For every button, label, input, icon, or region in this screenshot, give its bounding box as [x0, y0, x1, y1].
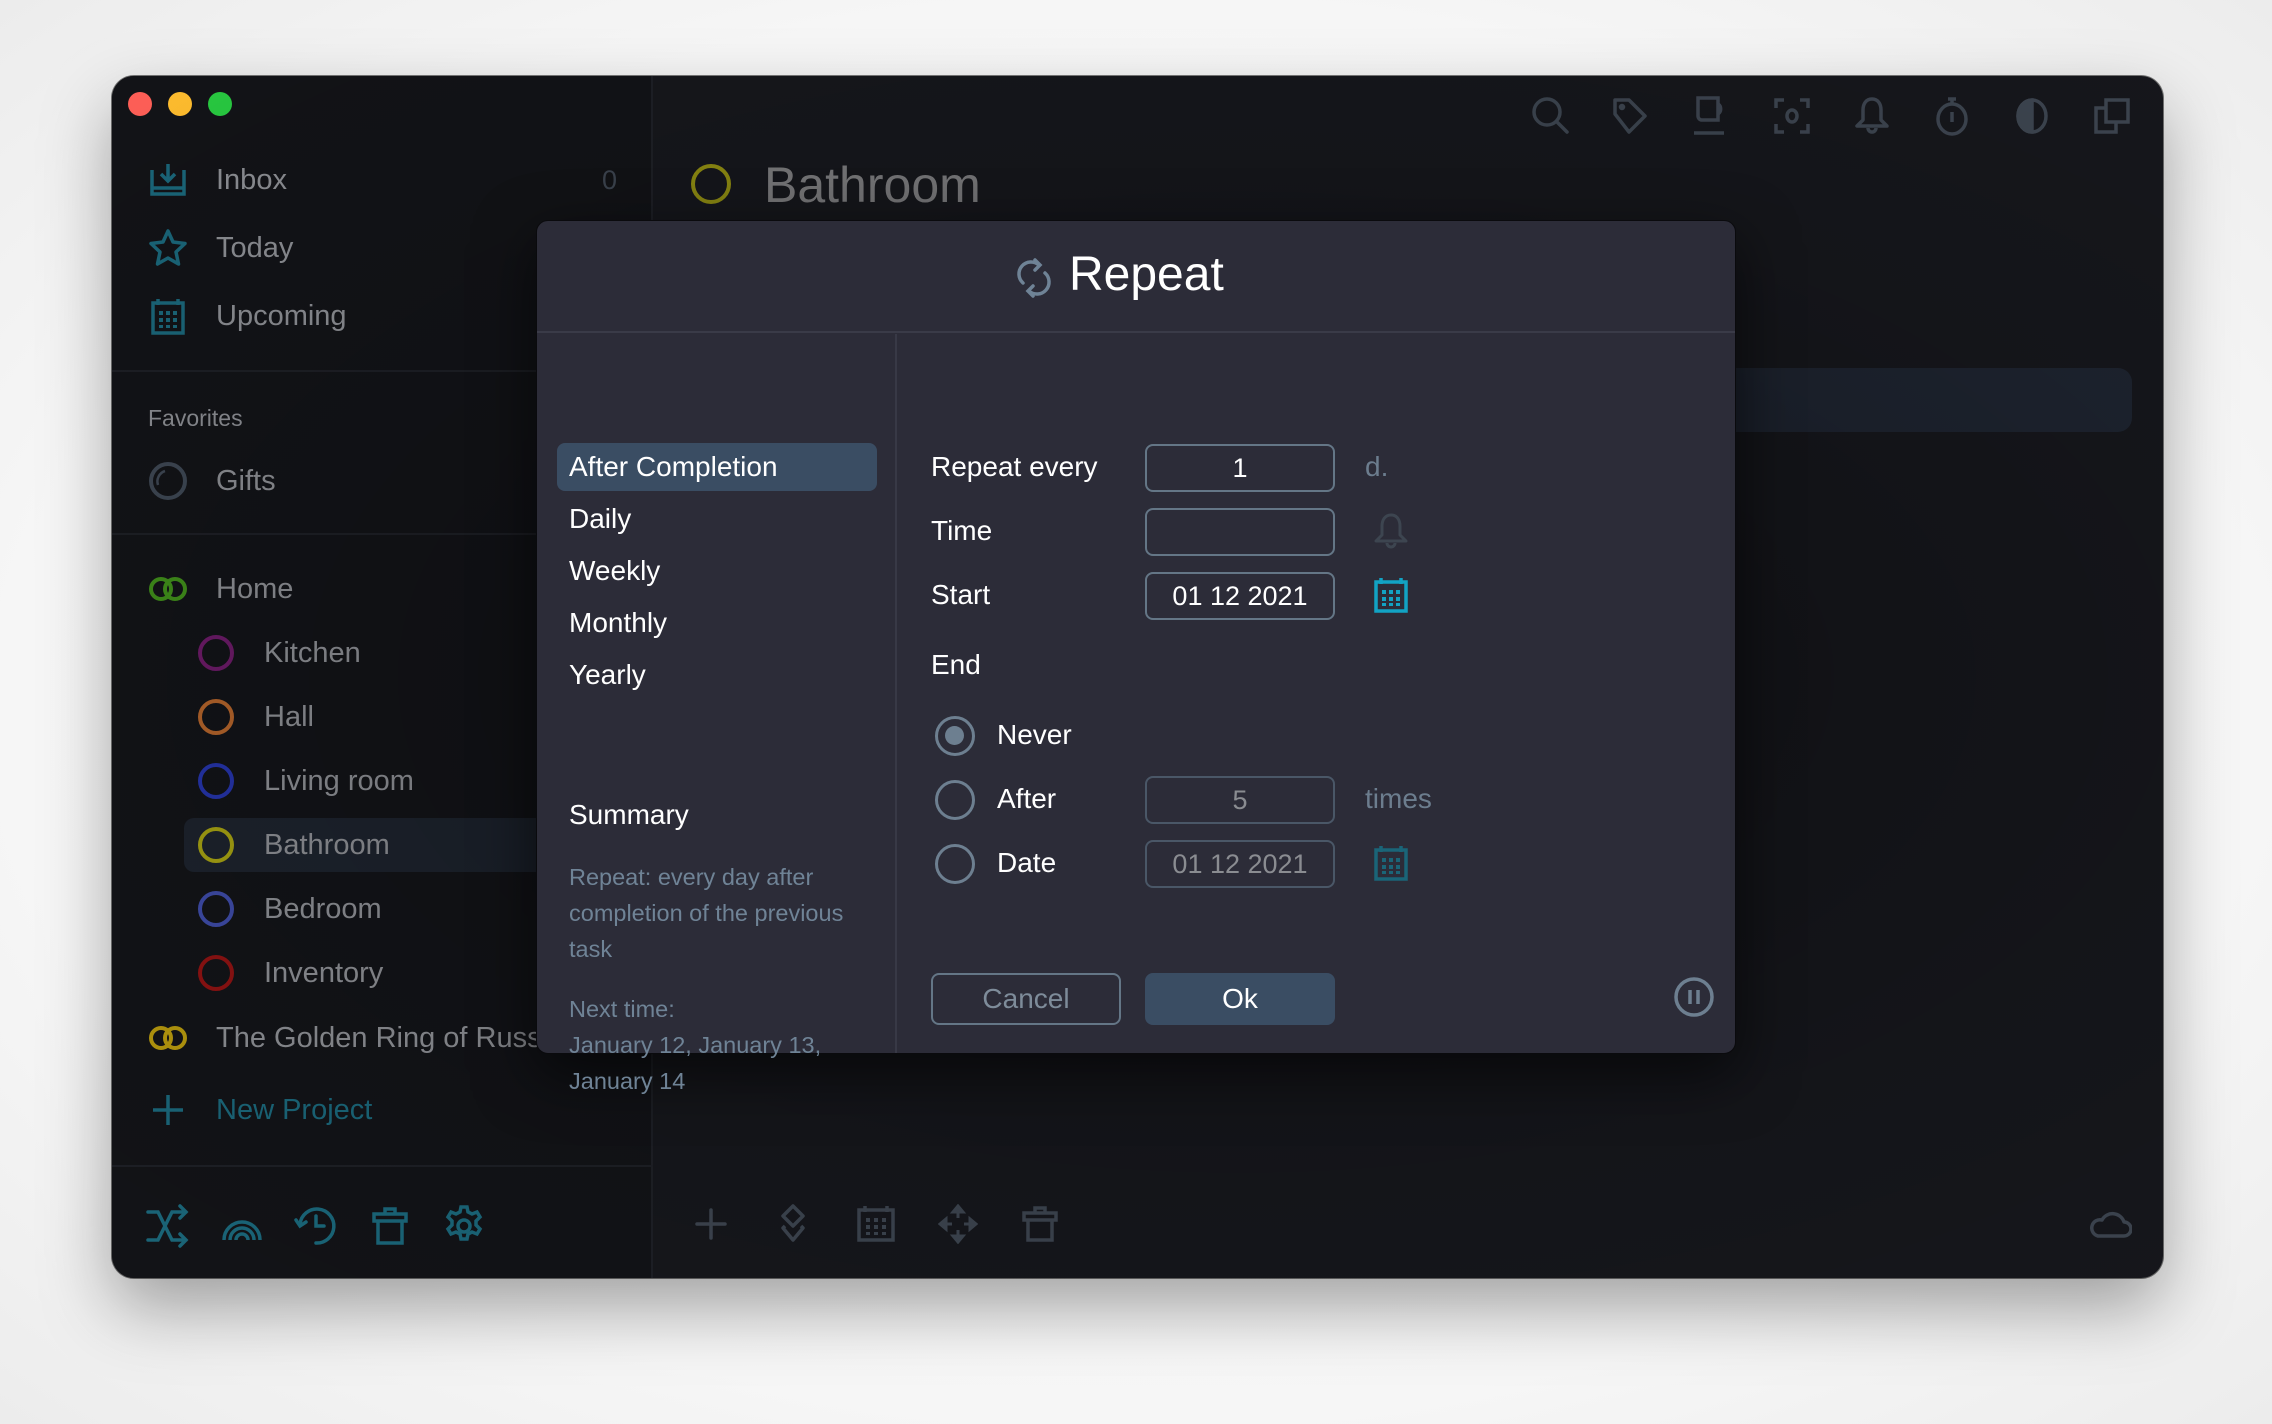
time-label: Time: [931, 515, 993, 546]
end-never-radio[interactable]: [935, 716, 975, 756]
calendar-icon[interactable]: [1371, 843, 1411, 883]
option-monthly[interactable]: Monthly: [557, 599, 877, 647]
summary-heading: Summary: [569, 799, 689, 830]
start-date-input[interactable]: 01 12 2021: [1145, 572, 1335, 620]
next-time-text: Next time: January 12, January 13, Janua…: [569, 996, 822, 1094]
end-never-label: Never: [997, 719, 1072, 750]
ok-button[interactable]: Ok: [1145, 973, 1335, 1025]
option-after-completion[interactable]: After Completion: [557, 443, 877, 491]
option-weekly[interactable]: Weekly: [557, 547, 877, 595]
end-date-label: Date: [997, 847, 1057, 878]
repeat-every-label: Repeat every: [931, 451, 1098, 482]
pause-icon[interactable]: [1673, 976, 1715, 1018]
calendar-icon[interactable]: [1371, 575, 1411, 615]
bell-icon[interactable]: [1371, 511, 1411, 551]
start-label: Start: [931, 579, 991, 610]
dialog-divider: [895, 334, 897, 1053]
end-label: End: [931, 649, 981, 680]
time-input[interactable]: [1145, 508, 1335, 556]
repeat-icon: [1013, 257, 1055, 299]
option-yearly[interactable]: Yearly: [557, 651, 877, 699]
cancel-button[interactable]: Cancel: [931, 973, 1121, 1025]
repeat-dialog: Repeat After Completion Daily Weekly Mon…: [536, 220, 1736, 1094]
summary-text: Repeat: every day after completion of th…: [569, 864, 844, 962]
end-after-count-input[interactable]: 5: [1145, 776, 1335, 824]
option-daily[interactable]: Daily: [557, 495, 877, 543]
repeat-every-input[interactable]: 1: [1145, 444, 1335, 492]
repeat-unit: d.: [1365, 451, 1389, 482]
dialog-title: Repeat: [1069, 248, 1224, 301]
end-date-input[interactable]: 01 12 2021: [1145, 840, 1335, 888]
times-unit: times: [1365, 783, 1432, 814]
end-after-radio[interactable]: [935, 780, 975, 820]
end-date-radio[interactable]: [935, 844, 975, 884]
app-window: Inbox 0 Today Upcoming Favorites Gifts: [112, 76, 2163, 1278]
end-after-label: After: [997, 783, 1057, 814]
